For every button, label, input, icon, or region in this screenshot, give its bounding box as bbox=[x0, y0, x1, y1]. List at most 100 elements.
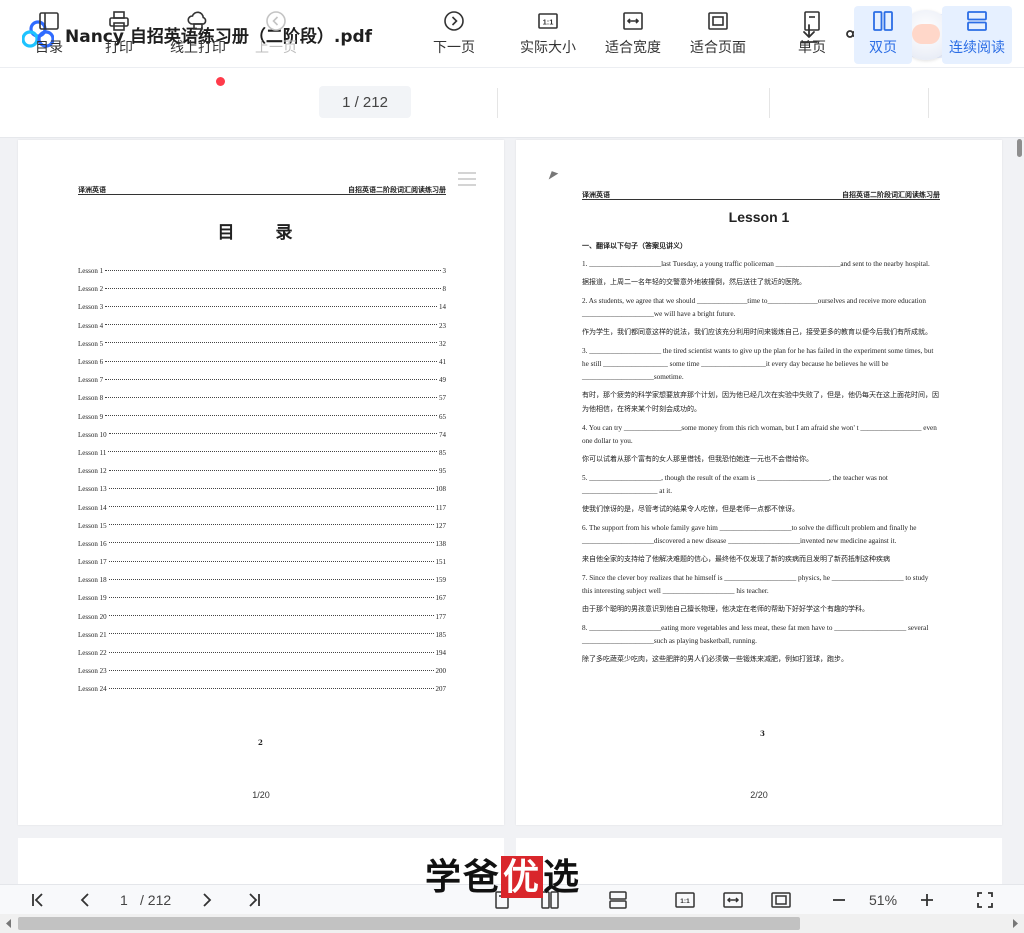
horizontal-scrollbar-thumb[interactable] bbox=[18, 917, 800, 930]
toc-row[interactable]: Lesson 13 108 bbox=[78, 480, 446, 498]
vertical-scrollbar[interactable] bbox=[1014, 138, 1024, 888]
toc-leader bbox=[105, 342, 437, 344]
prev-page-button[interactable]: 上一页 bbox=[254, 9, 298, 65]
last-page-icon[interactable] bbox=[244, 890, 264, 910]
actual-size-button[interactable]: 1:1 实际大小 bbox=[518, 9, 578, 65]
toc-row[interactable]: Lesson 18 159 bbox=[78, 571, 446, 589]
exercise-sentence: 2. As students, we agree that we should … bbox=[582, 297, 926, 318]
toolbar-divider bbox=[928, 88, 929, 118]
online-print-button[interactable]: 线上打印 bbox=[168, 9, 228, 65]
toc-row[interactable]: Lesson 14 117 bbox=[78, 498, 446, 516]
toc-label: Lesson 14 bbox=[78, 503, 107, 512]
print-button[interactable]: 打印 bbox=[102, 9, 136, 65]
toc-row[interactable]: Lesson 21 185 bbox=[78, 626, 446, 644]
toc-label: Lesson 13 bbox=[78, 485, 107, 494]
toc-leader bbox=[105, 415, 437, 417]
toc-leader bbox=[108, 506, 434, 508]
exercise-sentence: 4. You can try ________________some mone… bbox=[582, 424, 937, 445]
continuous-reading-icon bbox=[967, 11, 987, 31]
toc-row[interactable]: Lesson 1 3 bbox=[78, 262, 446, 280]
toc-row[interactable]: Lesson 4 23 bbox=[78, 317, 446, 335]
next-page-icon[interactable] bbox=[196, 890, 216, 910]
page-number-input[interactable]: 1 / 212 bbox=[319, 86, 411, 118]
continuous-mode-icon[interactable] bbox=[608, 890, 628, 910]
toc-label: Lesson 18 bbox=[78, 576, 107, 585]
bottom-page-current[interactable]: 1 bbox=[120, 892, 128, 908]
toc-page: 151 bbox=[435, 558, 447, 567]
next-page-button[interactable]: 下一页 bbox=[432, 9, 476, 65]
toc-page: 57 bbox=[439, 394, 446, 403]
toc-page: 117 bbox=[435, 503, 446, 512]
svg-text:1:1: 1:1 bbox=[543, 18, 554, 27]
toc-page: 14 bbox=[439, 303, 446, 312]
toc-leader bbox=[108, 487, 434, 489]
toc-row[interactable]: Lesson 3 14 bbox=[78, 298, 446, 316]
toc-page: 85 bbox=[439, 448, 446, 457]
menu-icon bbox=[458, 172, 476, 186]
toc-page: 95 bbox=[439, 467, 446, 476]
zoom-in-icon[interactable] bbox=[917, 890, 937, 910]
continuous-reading-button[interactable]: 连续阅读 bbox=[942, 6, 1012, 64]
toc-row[interactable]: Lesson 20 177 bbox=[78, 608, 446, 626]
toc-button[interactable]: 目录 bbox=[32, 9, 66, 65]
toc-label: Lesson 7 bbox=[78, 376, 104, 385]
toc-row[interactable]: Lesson 19 167 bbox=[78, 589, 446, 607]
double-page-button[interactable]: 双页 bbox=[854, 6, 912, 64]
toc-leader bbox=[108, 560, 434, 562]
toc-row[interactable]: Lesson 6 41 bbox=[78, 353, 446, 371]
page-header: 译洲英语 自招英语二阶段词汇阅读练习册 bbox=[78, 185, 446, 195]
toc-row[interactable]: Lesson 9 65 bbox=[78, 408, 446, 426]
toc-label: Lesson 21 bbox=[78, 630, 107, 639]
single-page-icon bbox=[804, 11, 820, 31]
toc-leader bbox=[105, 269, 441, 271]
toc-row[interactable]: Lesson 17 151 bbox=[78, 553, 446, 571]
exercise-translation: 来自他全家的支持给了他解决难题的信心，最终他不仅发现了新的疾病而且发明了新药抵制… bbox=[582, 555, 890, 563]
section-heading: 一、翻译以下句子（答案见讲义） bbox=[582, 242, 687, 250]
vertical-scrollbar-thumb[interactable] bbox=[1017, 139, 1022, 157]
exercise-sentence: 1. ____________________last Tuesday, a y… bbox=[582, 260, 930, 268]
toc-label: Lesson 11 bbox=[78, 448, 107, 457]
toc-label: Lesson 6 bbox=[78, 358, 104, 367]
toc-row[interactable]: Lesson 16 138 bbox=[78, 535, 446, 553]
scroll-left-arrow-icon[interactable] bbox=[3, 917, 13, 930]
double-page-icon bbox=[873, 11, 893, 31]
fit-page-button[interactable]: 适合页面 bbox=[688, 9, 748, 65]
toc-row[interactable]: Lesson 15 127 bbox=[78, 517, 446, 535]
toc-row[interactable]: Lesson 7 49 bbox=[78, 371, 446, 389]
fit-width-button[interactable]: 适合宽度 bbox=[603, 9, 663, 65]
zoom-out-icon[interactable] bbox=[829, 890, 849, 910]
toc-label: Lesson 20 bbox=[78, 612, 107, 621]
prev-page-icon[interactable] bbox=[76, 890, 96, 910]
page-number: 2 bbox=[258, 738, 263, 747]
toc-row[interactable]: Lesson 12 95 bbox=[78, 462, 446, 480]
toc-row[interactable]: Lesson 11 85 bbox=[78, 444, 446, 462]
toc-label: Lesson 8 bbox=[78, 394, 104, 403]
toc-leader bbox=[108, 469, 437, 471]
pdf-page-1: 译洲英语 自招英语二阶段词汇阅读练习册 目 录 Lesson 1 3 Lesson … bbox=[18, 140, 504, 825]
first-page-icon[interactable] bbox=[28, 890, 48, 910]
toc-label: Lesson 9 bbox=[78, 412, 104, 421]
toc-leader bbox=[108, 633, 434, 635]
fit-width-icon[interactable] bbox=[723, 890, 743, 910]
page-footer: 1/20 bbox=[252, 790, 270, 800]
toolbar-divider bbox=[497, 88, 498, 118]
scroll-right-arrow-icon[interactable] bbox=[1011, 917, 1021, 930]
toc-row[interactable]: Lesson 10 74 bbox=[78, 426, 446, 444]
toc-row[interactable]: Lesson 2 8 bbox=[78, 280, 446, 298]
exercise-translation: 除了多吃蔬菜少吃肉，这些肥胖的男人们必须做一些锻炼来减肥，例如打篮球，跑步。 bbox=[582, 655, 848, 663]
fit-page-icon[interactable] bbox=[771, 890, 791, 910]
toc-row[interactable]: Lesson 23 200 bbox=[78, 662, 446, 680]
toc-page: 177 bbox=[435, 612, 447, 621]
toc-row[interactable]: Lesson 24 207 bbox=[78, 680, 446, 698]
fullscreen-icon[interactable] bbox=[975, 890, 995, 910]
toc-row[interactable]: Lesson 22 194 bbox=[78, 644, 446, 662]
actual-size-icon[interactable]: 1:1 bbox=[675, 890, 695, 910]
toc-leader bbox=[108, 615, 434, 617]
toc-row[interactable]: Lesson 8 57 bbox=[78, 389, 446, 407]
toc-label: Lesson 1 bbox=[78, 267, 104, 276]
toc-row[interactable]: Lesson 5 32 bbox=[78, 335, 446, 353]
toc-page: 32 bbox=[439, 339, 446, 348]
toc-label: Lesson 23 bbox=[78, 667, 107, 676]
single-page-button[interactable]: 单页 bbox=[796, 9, 828, 65]
toc-list: Lesson 1 3 Lesson 2 8 Lesson 3 14 Lesson 4 23 Le… bbox=[78, 262, 446, 699]
